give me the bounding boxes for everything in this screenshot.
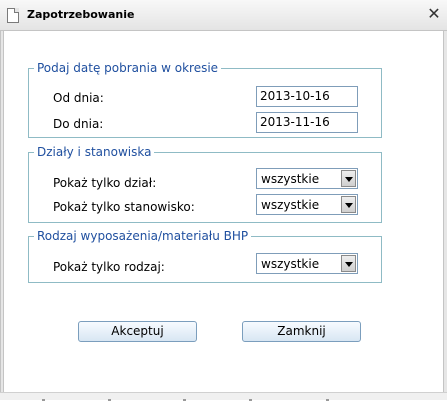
from-date-field[interactable]: 2013-10-16 xyxy=(256,86,358,107)
equipment-type-label: Pokaż tylko rodzaj: xyxy=(53,260,165,274)
bottom-frame xyxy=(0,392,447,401)
window-frame-right xyxy=(443,31,447,400)
department-select-value: wszystkie xyxy=(261,172,320,186)
window-title: Zapotrzebowanie xyxy=(27,8,135,21)
document-icon xyxy=(7,8,19,23)
position-select[interactable]: wszystkie xyxy=(256,194,358,215)
title-bar: Zapotrzebowanie ✕ xyxy=(0,0,447,31)
department-label: Pokaż tylko dział: xyxy=(53,176,157,190)
chevron-down-icon[interactable] xyxy=(341,196,356,213)
accept-button[interactable]: Akceptuj xyxy=(78,321,197,342)
equipment-type-select-value: wszystkie xyxy=(261,257,320,271)
chevron-down-icon[interactable] xyxy=(341,170,356,187)
position-label: Pokaż tylko stanowisko: xyxy=(53,200,195,214)
close-window-icon[interactable]: ✕ xyxy=(426,6,442,22)
to-date-label: Do dnia: xyxy=(53,117,104,131)
department-select[interactable]: wszystkie xyxy=(256,168,358,189)
position-select-value: wszystkie xyxy=(261,198,320,212)
to-date-field[interactable]: 2013-11-16 xyxy=(256,112,358,133)
departments-legend: Działy i stanowiska xyxy=(37,145,152,159)
close-button[interactable]: Zamknij xyxy=(242,321,361,342)
chevron-down-icon[interactable] xyxy=(341,255,356,272)
equipment-type-select[interactable]: wszystkie xyxy=(256,253,358,274)
equipment-type-legend: Rodzaj wyposażenia/materiału BHP xyxy=(37,229,249,243)
from-date-label: Od dnia: xyxy=(53,91,104,105)
date-range-legend: Podaj datę pobrania w okresie xyxy=(37,61,219,75)
window-frame-left xyxy=(0,31,4,400)
